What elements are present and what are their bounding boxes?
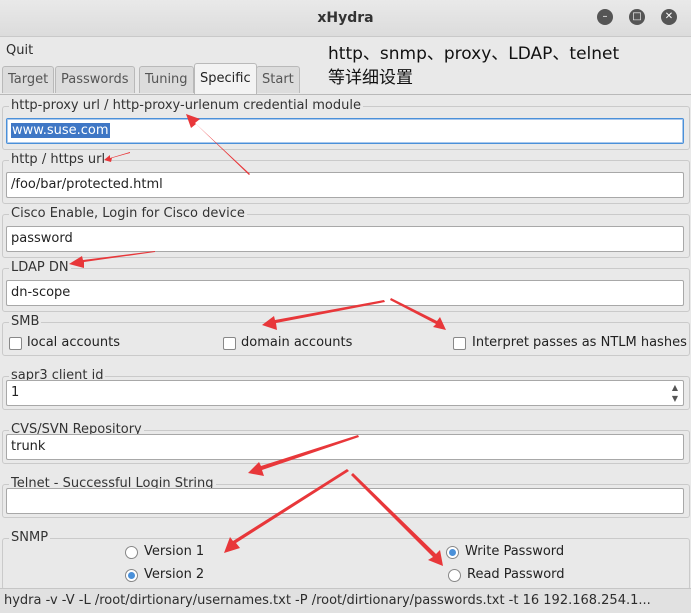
- spin-arrows-icon[interactable]: ▲ ▼: [669, 382, 681, 406]
- group-telnet: Telnet - Successful Login String: [2, 476, 690, 518]
- cisco-input[interactable]: password: [6, 226, 684, 252]
- snmp-version2-label[interactable]: Version 2: [144, 567, 204, 582]
- minimize-icon[interactable]: –: [597, 9, 613, 25]
- tab-target[interactable]: Target: [2, 66, 55, 93]
- proxy-url-value: www.suse.com: [11, 123, 110, 138]
- domain-accounts-label[interactable]: domain accounts: [241, 335, 352, 350]
- snmp-version2-radio[interactable]: [125, 569, 138, 582]
- menu-bar: Quit: [0, 37, 330, 63]
- snmp-version1-label[interactable]: Version 1: [144, 544, 204, 559]
- snmp-label: SNMP: [9, 530, 51, 545]
- proxy-label: http-proxy url / http-proxy-urlenum cred…: [9, 98, 363, 113]
- group-proxy: http-proxy url / http-proxy-urlenum cred…: [2, 98, 690, 150]
- cvs-repository-input[interactable]: trunk: [6, 434, 684, 460]
- snmp-read-radio[interactable]: [448, 569, 461, 582]
- maximize-icon[interactable]: □: [629, 9, 645, 25]
- snmp-write-radio[interactable]: [446, 546, 459, 559]
- telnet-login-string-input[interactable]: [6, 488, 684, 514]
- tab-tuning[interactable]: Tuning: [139, 66, 194, 93]
- group-cvs: CVS/SVN Repository trunk: [2, 422, 690, 464]
- local-accounts-label[interactable]: local accounts: [27, 335, 120, 350]
- ntlm-hashes-label[interactable]: Interpret passes as NTLM hashes: [472, 335, 687, 350]
- http-label: http / https url: [9, 152, 108, 167]
- ntlm-hashes-checkbox[interactable]: [453, 337, 466, 350]
- snmp-version1-radio[interactable]: [125, 546, 138, 559]
- group-sapr3: sapr3 client id 1 ▲ ▼: [2, 368, 690, 410]
- http-url-input[interactable]: /foo/bar/protected.html: [6, 172, 684, 198]
- tab-start[interactable]: Start: [256, 66, 300, 93]
- domain-accounts-checkbox[interactable]: [223, 337, 236, 350]
- menu-quit[interactable]: Quit: [6, 43, 33, 58]
- window-title: xHydra: [317, 10, 374, 26]
- tab-bar: Target Passwords Tuning Specific Start: [0, 63, 330, 95]
- snmp-read-label[interactable]: Read Password: [467, 567, 565, 582]
- group-cisco: Cisco Enable, Login for Cisco device pas…: [2, 206, 690, 258]
- snmp-write-label[interactable]: Write Password: [465, 544, 564, 559]
- sapr3-client-spinbox[interactable]: 1 ▲ ▼: [6, 380, 684, 406]
- annotation-line-2: 等详细设置: [328, 68, 413, 88]
- specific-panel: http-proxy url / http-proxy-urlenum cred…: [0, 94, 691, 590]
- cisco-label: Cisco Enable, Login for Cisco device: [9, 206, 247, 221]
- group-smb: SMB local accounts domain accounts Inter…: [2, 314, 690, 356]
- group-ldap: LDAP DN dn-scope: [2, 260, 690, 312]
- ldap-dn-input[interactable]: dn-scope: [6, 280, 684, 306]
- annotation-text: http、snmp、proxy、LDAP、telnet 等详细设置: [328, 42, 619, 90]
- ldap-label: LDAP DN: [9, 260, 71, 275]
- group-http: http / https url /foo/bar/protected.html: [2, 152, 690, 204]
- title-bar: xHydra – □ ✕: [0, 0, 691, 37]
- local-accounts-checkbox[interactable]: [9, 337, 22, 350]
- group-snmp: SNMP Version 1 Version 2 Write Password …: [2, 530, 690, 590]
- sapr3-client-value: 1: [11, 385, 20, 400]
- proxy-url-input[interactable]: www.suse.com: [6, 118, 684, 144]
- tab-passwords[interactable]: Passwords: [55, 66, 135, 93]
- annotation-line-1: http、snmp、proxy、LDAP、telnet: [328, 44, 620, 64]
- close-icon[interactable]: ✕: [661, 9, 677, 25]
- command-status-bar: hydra -v -V -L /root/dirtionary/username…: [0, 588, 691, 613]
- smb-label: SMB: [9, 314, 42, 329]
- tab-specific[interactable]: Specific: [194, 63, 257, 94]
